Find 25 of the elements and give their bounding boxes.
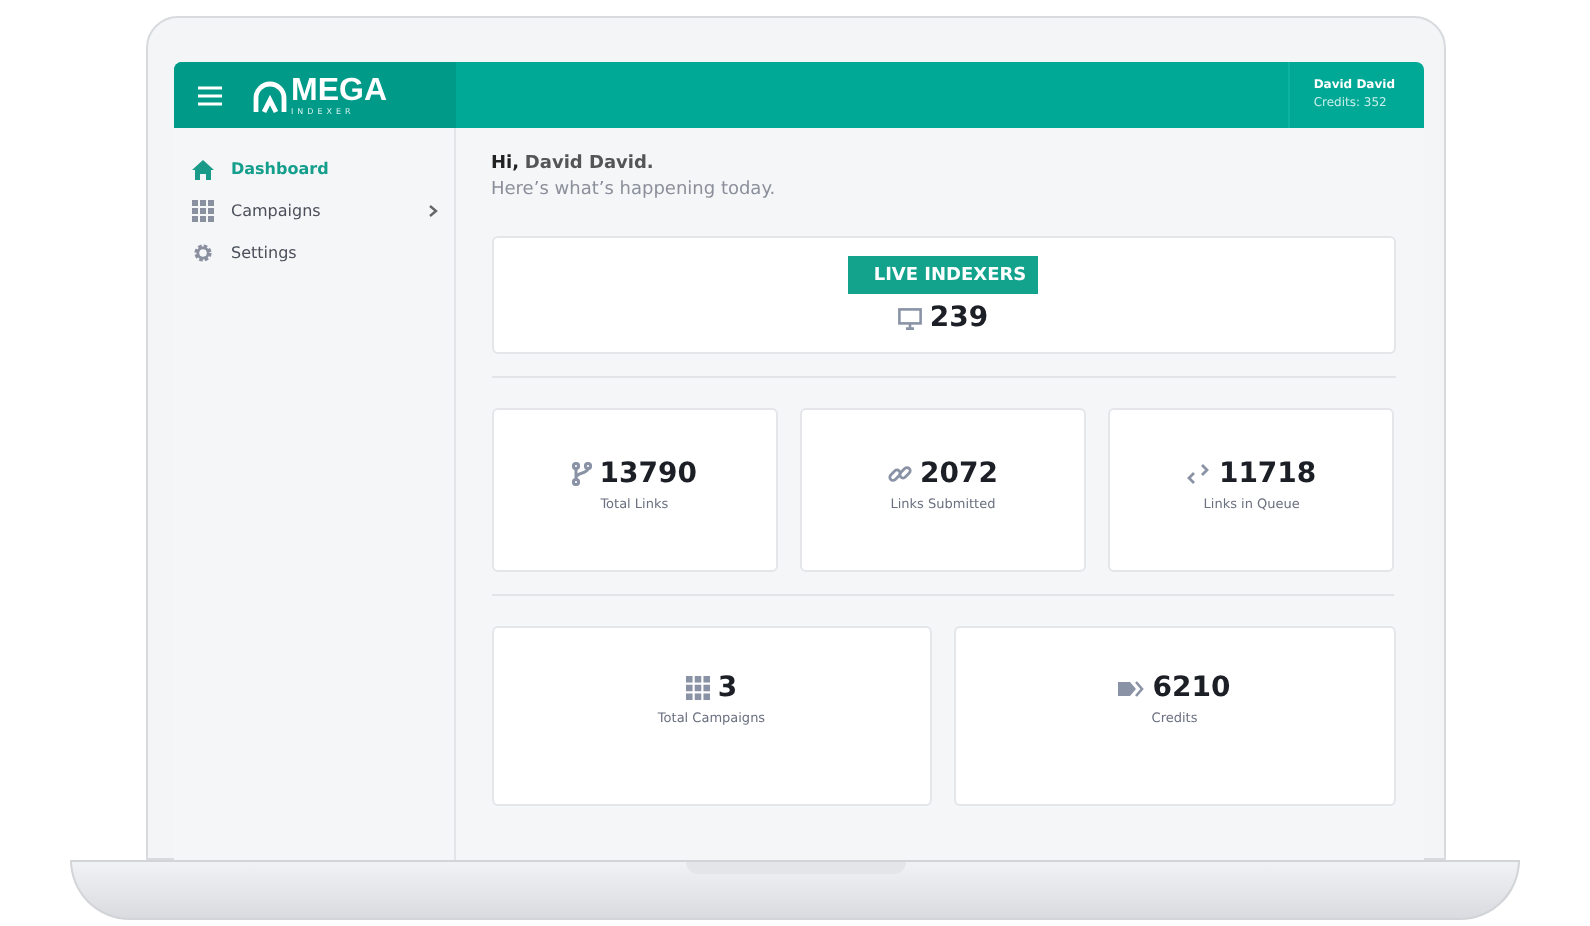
- live-indexers-count: 239: [929, 302, 989, 334]
- sidebar-item[interactable]: Campaigns: [173, 190, 453, 232]
- link-icon: [888, 462, 912, 486]
- grid-icon: [191, 200, 213, 222]
- home-icon: [191, 159, 213, 179]
- menu-icon[interactable]: [197, 85, 221, 105]
- stat-value: 2072: [920, 458, 998, 490]
- settings-icon: [191, 242, 213, 264]
- monitor-icon: [897, 307, 922, 329]
- branch-icon: [571, 462, 592, 486]
- stat-value: 3: [717, 672, 738, 704]
- tag-icon: [1118, 679, 1145, 697]
- logo-icon: [249, 77, 289, 113]
- stat-value: 6210: [1152, 672, 1231, 704]
- logo-text: MEGA: [291, 75, 387, 107]
- grid-icon: [685, 676, 710, 700]
- stat-value: 11718: [1218, 458, 1317, 490]
- sidebar-item[interactable]: Settings: [173, 232, 453, 274]
- chevron-icon: [427, 204, 437, 218]
- subtitle-text: Here’s what’s happening today.: [491, 180, 778, 200]
- user-name: David David.: [524, 154, 654, 174]
- broken-link-icon: [1186, 462, 1211, 486]
- live-indexers-badge: LIVE INDEXERS: [847, 256, 1039, 294]
- greeting-text: Hi,: [491, 154, 520, 174]
- stat-value: 13790: [599, 458, 698, 490]
